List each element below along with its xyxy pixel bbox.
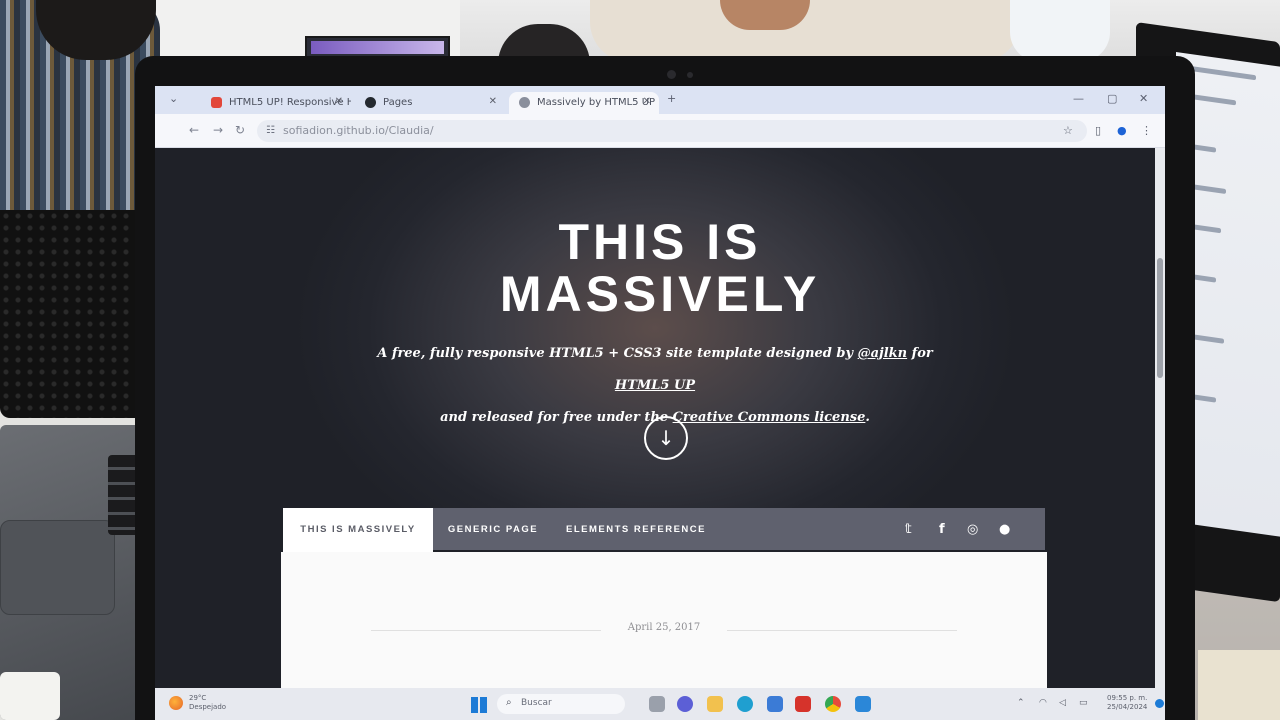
tab-pages[interactable]: Pages ✕ xyxy=(355,92,505,114)
scroll-down-arrow-icon[interactable]: ↓ xyxy=(644,416,688,460)
windows-start-icon[interactable] xyxy=(471,697,487,713)
post-date: April 25, 2017 xyxy=(627,622,701,633)
hero-title-line2: MASSIVELY xyxy=(499,266,821,322)
close-window-icon[interactable]: ✕ xyxy=(1139,92,1148,105)
star-icon[interactable]: ☆ xyxy=(1063,124,1073,137)
maximize-icon[interactable]: ▢ xyxy=(1107,92,1117,105)
side-laptop-touchpad xyxy=(0,520,115,615)
profile-icon[interactable]: ● xyxy=(1117,124,1127,137)
chrome-icon[interactable] xyxy=(825,696,841,712)
weather-widget[interactable]: 29°C Despejado xyxy=(189,694,226,712)
office-chair xyxy=(0,198,152,418)
webcam xyxy=(667,70,676,79)
close-icon[interactable]: ✕ xyxy=(643,96,651,107)
sidepanel-icon[interactable]: ▯ xyxy=(1095,124,1101,137)
license-link[interactable]: Creative Commons license xyxy=(673,410,866,425)
page-scrollbar[interactable] xyxy=(1155,148,1165,688)
site-nav: THIS IS MASSIVELY GENERIC PAGE ELEMENTS … xyxy=(283,508,1045,552)
nav-item-this-is-massively[interactable]: THIS IS MASSIVELY xyxy=(283,508,433,552)
html5up-link[interactable]: HTML5 UP xyxy=(615,378,695,393)
tab-massively[interactable]: Massively by HTML5 UP ✕ xyxy=(509,92,659,114)
tab-list-icon[interactable]: ⌄ xyxy=(169,92,178,105)
forward-icon[interactable]: → xyxy=(213,123,223,137)
menu-icon[interactable]: ⋮ xyxy=(1141,124,1152,137)
taskbar-search[interactable]: ⌕ Buscar xyxy=(497,694,625,714)
site-info-icon[interactable]: ☷ xyxy=(266,125,275,136)
instagram-icon[interactable]: ◎ xyxy=(967,522,978,537)
html5up-favicon-icon xyxy=(211,97,222,108)
store-icon[interactable] xyxy=(767,696,783,712)
scrollbar-thumb[interactable] xyxy=(1157,258,1163,378)
tab-label: Massively by HTML5 UP xyxy=(537,97,656,108)
mail-icon[interactable] xyxy=(795,696,811,712)
taskbar-clock[interactable]: 09:55 p. m. 25/04/2024 xyxy=(1107,694,1147,712)
search-icon: ⌕ xyxy=(506,697,512,708)
webcam-sensor xyxy=(687,72,693,78)
massively-page: THIS IS MASSIVELY A free, fully responsi… xyxy=(155,148,1165,688)
desk-right xyxy=(1198,650,1280,720)
vscode-icon[interactable] xyxy=(855,696,871,712)
folder-icon[interactable] xyxy=(707,696,723,712)
new-tab-button[interactable]: + xyxy=(667,92,676,105)
nav-item-elements-reference[interactable]: ELEMENTS REFERENCE xyxy=(565,508,707,550)
battery-icon[interactable]: ▭ xyxy=(1079,698,1088,708)
github-favicon-icon xyxy=(365,97,376,108)
tab-html5up[interactable]: HTML5 UP! Responsive HTML5 ✕ xyxy=(201,92,351,114)
globe-favicon-icon xyxy=(519,97,530,108)
nav-item-generic-page[interactable]: GENERIC PAGE xyxy=(443,508,543,550)
author-link[interactable]: @ajlkn xyxy=(858,346,908,361)
reload-icon[interactable]: ↻ xyxy=(235,123,245,137)
background-person-right xyxy=(1010,0,1110,62)
browser-toolbar: ← → ↻ ☷ sofiadion.github.io/Claudia/ ☆ ▯… xyxy=(155,114,1165,148)
chevron-up-icon[interactable]: ⌃ xyxy=(1017,698,1025,708)
close-icon[interactable]: ✕ xyxy=(335,96,343,107)
notification-icon[interactable] xyxy=(1155,699,1164,708)
chat-icon[interactable] xyxy=(677,696,693,712)
file-explorer-icon[interactable] xyxy=(649,696,665,712)
hero-title-line1: THIS IS xyxy=(558,214,762,270)
clock-time: 09:55 p. m. xyxy=(1107,694,1148,702)
weather-temp: 29°C xyxy=(189,694,207,702)
tab-label: HTML5 UP! Responsive HTML5 xyxy=(229,97,351,108)
hero-title: THIS IS MASSIVELY xyxy=(155,216,1165,320)
browser-tab-bar: HTML5 UP! Responsive HTML5 ✕ Pages ✕ Mas… xyxy=(155,86,1165,114)
main-content: April 25, 2017 xyxy=(281,552,1047,688)
laptop-screen: HTML5 UP! Responsive HTML5 ✕ Pages ✕ Mas… xyxy=(155,86,1165,720)
weather-icon[interactable] xyxy=(169,696,183,710)
back-icon[interactable]: ← xyxy=(189,123,199,137)
clock-date: 25/04/2024 xyxy=(1107,703,1148,711)
close-icon[interactable]: ✕ xyxy=(489,96,497,107)
volume-icon[interactable]: ◁ xyxy=(1059,698,1066,708)
address-bar[interactable]: ☷ sofiadion.github.io/Claudia/ xyxy=(257,120,1087,142)
weather-desc: Despejado xyxy=(189,703,227,711)
twitter-icon[interactable]: 𝕥 xyxy=(905,522,912,537)
edge-icon[interactable] xyxy=(737,696,753,712)
tab-label: Pages xyxy=(383,97,413,108)
facebook-icon[interactable]: f xyxy=(939,522,945,537)
minimize-icon[interactable]: — xyxy=(1073,92,1084,105)
search-placeholder: Buscar xyxy=(521,698,552,708)
paper-sheet xyxy=(0,672,60,720)
windows-taskbar: 29°C Despejado ⌕ Buscar ⌃ ◠ ◁ ▭ 09:55 p.… xyxy=(155,688,1165,720)
background-laptop xyxy=(305,36,450,58)
github-icon[interactable]: ● xyxy=(999,522,1010,537)
address-text: sofiadion.github.io/Claudia/ xyxy=(283,124,434,137)
date-divider-right xyxy=(727,630,957,631)
wifi-icon[interactable]: ◠ xyxy=(1039,698,1047,708)
hero-subtitle-line1: A free, fully responsive HTML5 + CSS3 si… xyxy=(377,346,933,393)
